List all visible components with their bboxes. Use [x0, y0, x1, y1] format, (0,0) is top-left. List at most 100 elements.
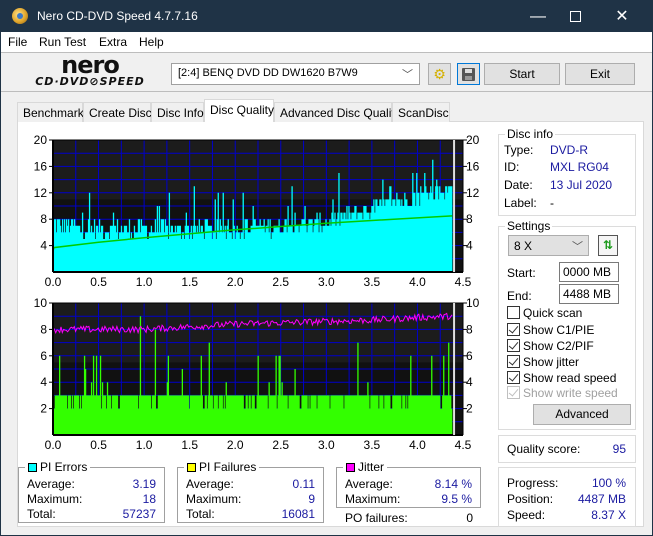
y-tick-label-left: 12	[34, 186, 48, 200]
disc-date-label: Date:	[504, 178, 533, 192]
y-tick-label-left: 8	[40, 212, 47, 226]
pi-failures-title: PI Failures	[199, 460, 257, 474]
show-c2-pif-checkbox[interactable]: Show C2/PIF	[507, 339, 594, 353]
jitter-maximum: 9.5 %	[441, 492, 472, 506]
pi-failures-maximum: 9	[308, 492, 315, 506]
tab-disc-quality[interactable]: Disc Quality	[204, 99, 274, 122]
close-button[interactable]: ✕	[599, 1, 645, 32]
progress-value: 100 %	[591, 476, 626, 490]
read-speed-value: 8 X	[514, 239, 533, 253]
disc-id-label: ID:	[504, 160, 520, 174]
tab-benchmark[interactable]: Benchmark	[17, 102, 84, 122]
logo-cd-dvd-speed-text: CD·DVD⊘SPEED	[35, 75, 145, 88]
y-tick-label-left: 4	[40, 239, 47, 253]
app-window: Nero CD-DVD Speed 4.7.7.16 — ✕ File Run …	[0, 0, 653, 536]
start-label: Start:	[507, 266, 536, 280]
x-tick-label: 4.0	[409, 275, 426, 289]
x-tick-label: 3.5	[364, 438, 381, 452]
end-mb-input[interactable]: 4488 MB	[559, 284, 619, 304]
y-tick-label-right: 20	[466, 133, 480, 147]
y-tick-label-right: 4	[466, 239, 473, 253]
pi-errors-average: 3.19	[132, 477, 156, 491]
show-c1-pie-checkbox[interactable]: Show C1/PIE	[507, 323, 594, 337]
advanced-button[interactable]: Advanced	[533, 404, 631, 425]
pi-errors-maximum-label: Maximum:	[27, 492, 83, 506]
y-tick-label-right: 12	[466, 186, 480, 200]
disc-type-value: DVD-R	[550, 143, 588, 157]
x-tick-label: 0.0	[45, 438, 62, 452]
drive-config-button[interactable]: ⚙	[428, 63, 451, 85]
checkbox-label: Show C1/PIE	[523, 323, 595, 337]
maximize-button[interactable]	[552, 1, 598, 32]
jitter-average-label: Average:	[345, 477, 393, 491]
x-tick-label: 2.0	[227, 275, 244, 289]
settings-title: Settings	[505, 219, 553, 233]
charts: 0.0 0.5 1.0 1.5 2.0 2.5 3.0 3.5 4.0 4.5 4 8 12 16 20 4 8…	[34, 133, 480, 452]
disc-date-value: 13 Jul 2020	[550, 178, 613, 192]
checkbox-checked-icon	[507, 323, 520, 336]
tab-advanced-disc-quality[interactable]: Advanced Disc Quality	[274, 102, 401, 122]
menu-help[interactable]: Help	[139, 35, 164, 49]
x-tick-label: 2.5	[272, 438, 289, 452]
drive-select-value: [2:4] BENQ DVD DD DW1620 B7W9	[178, 67, 358, 79]
x-tick-label: 4.5	[455, 275, 472, 289]
read-speed-select[interactable]: 8 X ﹀	[508, 235, 589, 256]
start-button[interactable]: Start	[484, 63, 560, 85]
disc-label-value: -	[550, 196, 554, 210]
pi-failures-average: 0.11	[292, 477, 315, 491]
save-button[interactable]	[457, 63, 480, 85]
y-tick-label-right: 8	[466, 322, 473, 336]
tab-disc-info[interactable]: Disc Info	[151, 102, 204, 122]
checkbox-label: Quick scan	[523, 306, 583, 320]
quick-scan-checkbox[interactable]: Quick scan	[507, 306, 582, 320]
x-tick-label: 1.5	[181, 438, 198, 452]
y-tick-label-left: 8	[40, 322, 47, 336]
menu-run-test[interactable]: Run Test	[39, 35, 86, 49]
jitter-swatch	[346, 463, 355, 472]
pi-failures-legend: PI Failures	[184, 460, 260, 474]
jitter-maximum-label: Maximum:	[345, 492, 401, 506]
x-tick-label: 3.0	[318, 438, 335, 452]
checkbox-checked-icon	[507, 355, 520, 368]
disc-label-label: Label:	[504, 196, 537, 210]
end-label: End:	[507, 289, 532, 303]
checkbox-label: Show write speed	[523, 386, 618, 400]
disc-id-value: MXL RG04	[550, 160, 609, 174]
show-read-speed-checkbox[interactable]: Show read speed	[507, 371, 616, 385]
pi-failures-total: 16081	[281, 507, 315, 521]
menu-extra[interactable]: Extra	[99, 35, 127, 49]
position-value: 4487 MB	[577, 492, 626, 506]
speed-value: 8.37 X	[591, 508, 626, 522]
drive-select[interactable]: [2:4] BENQ DVD DD DW1620 B7W9 ﹀	[171, 63, 420, 85]
toolbar: nero CD·DVD⊘SPEED [2:4] BENQ DVD DD DW16…	[1, 52, 652, 92]
x-tick-label: 2.5	[272, 275, 289, 289]
checkbox-label: Show read speed	[523, 371, 617, 385]
checkbox-checked-icon	[507, 371, 520, 384]
x-tick-label: 0.5	[90, 275, 107, 289]
quality-score-value: 95	[612, 442, 626, 456]
y-tick-label-right: 10	[466, 296, 480, 310]
show-write-speed-checkbox: Show write speed	[507, 386, 618, 400]
exit-button[interactable]: Exit	[565, 63, 635, 85]
logo-nero-text: nero	[61, 51, 120, 79]
refresh-speeds-button[interactable]: ⇅	[598, 235, 618, 256]
start-mb-input[interactable]: 0000 MB	[559, 262, 619, 282]
tab-create-disc[interactable]: Create Disc	[83, 102, 152, 122]
y-tick-label-right: 16	[466, 159, 480, 173]
nero-logo: nero CD·DVD⊘SPEED	[15, 51, 165, 91]
maximize-icon	[569, 11, 581, 23]
checkbox-checked-icon	[507, 339, 520, 352]
pi-failures-maximum-label: Maximum:	[186, 492, 242, 506]
tab-scandisc[interactable]: ScanDisc	[392, 102, 450, 122]
gears-icon: ⚙	[433, 66, 446, 82]
show-jitter-checkbox[interactable]: Show jitter	[507, 355, 579, 369]
disc-type-label: Type:	[504, 143, 534, 157]
y-tick-label-left: 10	[34, 296, 48, 310]
x-tick-label: 1.5	[181, 275, 198, 289]
menu-file[interactable]: File	[8, 35, 27, 49]
pi-failures-swatch	[187, 463, 196, 472]
pi-errors-total-label: Total:	[27, 507, 56, 521]
pi-failures-average-label: Average:	[186, 477, 234, 491]
x-tick-label: 2.0	[227, 438, 244, 452]
checkbox-label: Show C2/PIF	[523, 339, 594, 353]
